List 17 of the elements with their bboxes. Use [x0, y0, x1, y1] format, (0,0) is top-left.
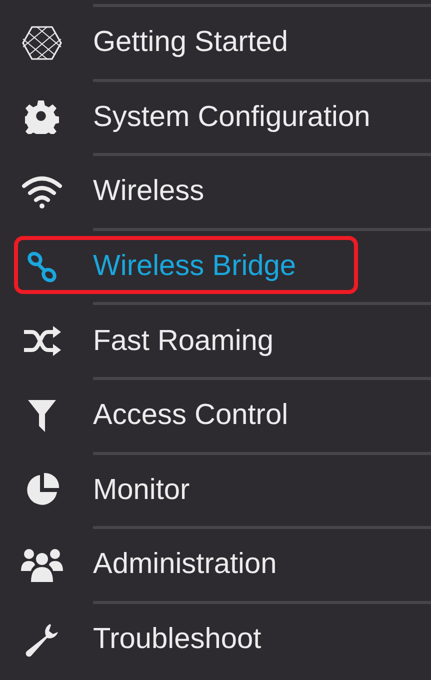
menu-item[interactable]: Access Control	[0, 380, 431, 452]
menu-item[interactable]: Getting Started	[0, 7, 431, 79]
link-icon	[24, 250, 58, 284]
gear-icon	[24, 100, 58, 134]
menu-item[interactable]: Troubleshoot	[0, 604, 431, 676]
wifi-icon	[20, 174, 62, 209]
menu-item[interactable]: Fast Roaming	[0, 305, 431, 377]
hexagon-icon	[20, 24, 62, 61]
people-icon	[20, 546, 64, 583]
funnel-icon	[26, 398, 56, 434]
menu-item[interactable]: Administration	[0, 529, 431, 601]
menu-item[interactable]: Wireless Bridge	[0, 230, 431, 302]
menu-item[interactable]: Wireless	[0, 156, 431, 228]
menu-item[interactable]: System Configuration	[0, 82, 431, 154]
shuffle-icon	[22, 325, 62, 358]
menu-item[interactable]: Monitor	[0, 454, 431, 526]
wrench-icon	[24, 622, 60, 658]
